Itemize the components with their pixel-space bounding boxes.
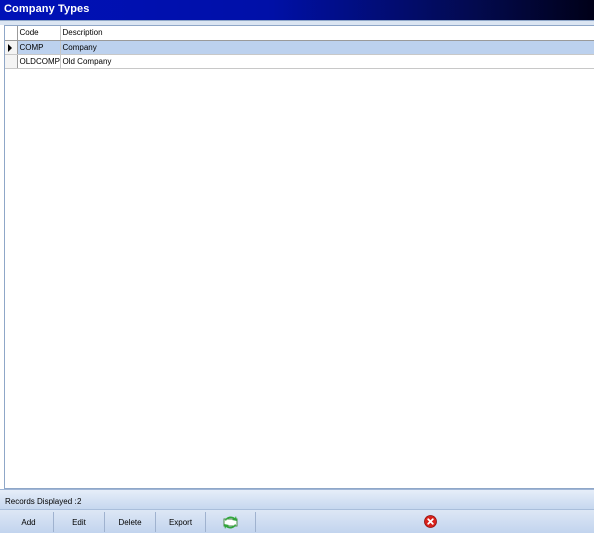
table-row[interactable]: OLDCOMP Old Company — [5, 54, 594, 69]
edit-button-label: Edit — [72, 517, 86, 527]
refresh-icon — [223, 515, 238, 529]
records-displayed-label: Records Displayed : — [5, 497, 77, 506]
refresh-button[interactable] — [206, 512, 256, 532]
row-header[interactable] — [5, 40, 18, 55]
export-button[interactable]: Export — [156, 512, 206, 532]
edit-button[interactable]: Edit — [54, 512, 105, 532]
records-displayed-count: 2 — [77, 497, 82, 506]
current-row-arrow-icon — [8, 43, 12, 52]
column-header-description[interactable]: Description — [60, 26, 594, 41]
delete-button-label: Delete — [118, 517, 142, 527]
status-bar: Records Displayed : 2 — [0, 489, 594, 509]
header-corner — [5, 26, 18, 41]
row-header[interactable] — [5, 54, 18, 69]
add-button[interactable]: Add — [4, 512, 54, 532]
export-button-label: Export — [168, 517, 193, 527]
grid-header-row: Code Description — [5, 26, 594, 41]
company-types-grid[interactable]: Code Description COMP Company OLDCOMP Ol… — [4, 25, 594, 489]
cell-code[interactable]: COMP — [17, 40, 61, 55]
table-row[interactable]: COMP Company — [5, 40, 594, 55]
close-icon — [424, 515, 437, 528]
window-title: Company Types — [4, 3, 90, 15]
add-button-label: Add — [21, 517, 36, 527]
close-button[interactable] — [423, 514, 438, 529]
cell-description[interactable]: Company — [60, 40, 594, 55]
bottom-toolbar: Add Edit Delete Export — [0, 509, 594, 533]
title-bar: Company Types — [0, 0, 594, 21]
cell-code[interactable]: OLDCOMP — [17, 54, 61, 69]
delete-button[interactable]: Delete — [105, 512, 156, 532]
cell-description[interactable]: Old Company — [60, 54, 594, 69]
column-header-code[interactable]: Code — [17, 26, 61, 41]
